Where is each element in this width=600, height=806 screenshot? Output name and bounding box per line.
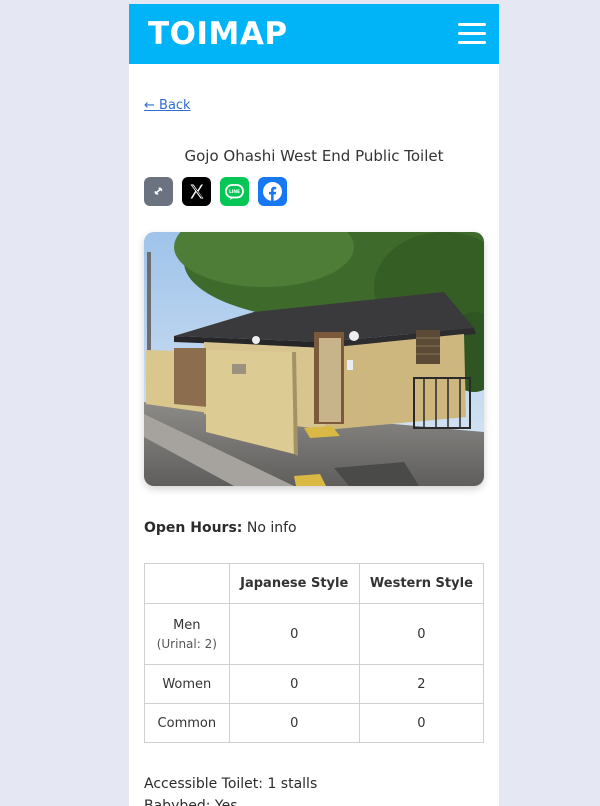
table-header-row: Japanese Style Western Style <box>144 563 485 604</box>
table-cell: 0 <box>228 664 360 704</box>
x-logo-icon <box>190 184 204 199</box>
urinal-note: (Urinal: 2) <box>156 636 217 651</box>
toilet-count-table: Japanese Style Western Style Men (Urinal… <box>144 563 485 743</box>
open-hours-value: No info <box>246 520 297 536</box>
toilet-photo-image <box>144 232 484 486</box>
table-cell: 0 <box>358 703 485 743</box>
page-container: TOIMAP ← Back Gojo Ohashi West End Publi… <box>129 4 499 806</box>
column-header: Japanese Style <box>228 563 360 604</box>
column-header: Western Style <box>358 563 485 604</box>
page-title: Gojo Ohashi West End Public Toilet <box>184 147 444 165</box>
share-facebook-button[interactable] <box>258 177 287 206</box>
menu-bar <box>458 32 486 35</box>
menu-bar <box>458 23 486 26</box>
menu-bar <box>458 41 486 44</box>
app-header: TOIMAP <box>129 4 499 64</box>
table-cell: 0 <box>358 603 485 665</box>
share-line-button[interactable]: LINE <box>220 177 249 206</box>
table-cell: 2 <box>358 664 485 704</box>
table-row: Women 0 2 <box>144 664 485 704</box>
table-cell: 0 <box>228 603 360 665</box>
table-cell: 0 <box>228 703 360 743</box>
line-logo-text: LINE <box>229 189 240 195</box>
row-label-text: Men <box>173 617 201 633</box>
facebook-logo-icon <box>263 182 282 201</box>
line-logo-icon: LINE <box>225 184 244 200</box>
column-header <box>144 563 230 604</box>
link-icon <box>154 187 163 195</box>
babybed-info: Babybed: Yes <box>144 798 238 806</box>
hamburger-menu-icon[interactable] <box>454 20 488 48</box>
row-label: Common <box>144 703 230 743</box>
share-x-button[interactable] <box>182 177 211 206</box>
row-label: Men (Urinal: 2) <box>144 603 230 665</box>
share-link-button[interactable] <box>144 177 173 206</box>
toimap-logo[interactable]: TOIMAP <box>148 14 288 54</box>
table-row: Men (Urinal: 2) 0 0 <box>144 603 485 665</box>
toilet-photo <box>144 232 484 486</box>
table-row: Common 0 0 <box>144 703 485 743</box>
row-label: Women <box>144 664 230 704</box>
open-hours: Open Hours: No info <box>144 518 297 538</box>
back-link[interactable]: ← Back <box>144 98 191 114</box>
open-hours-label: Open Hours: <box>144 520 243 536</box>
accessible-toilet-info: Accessible Toilet: 1 stalls <box>144 776 318 792</box>
